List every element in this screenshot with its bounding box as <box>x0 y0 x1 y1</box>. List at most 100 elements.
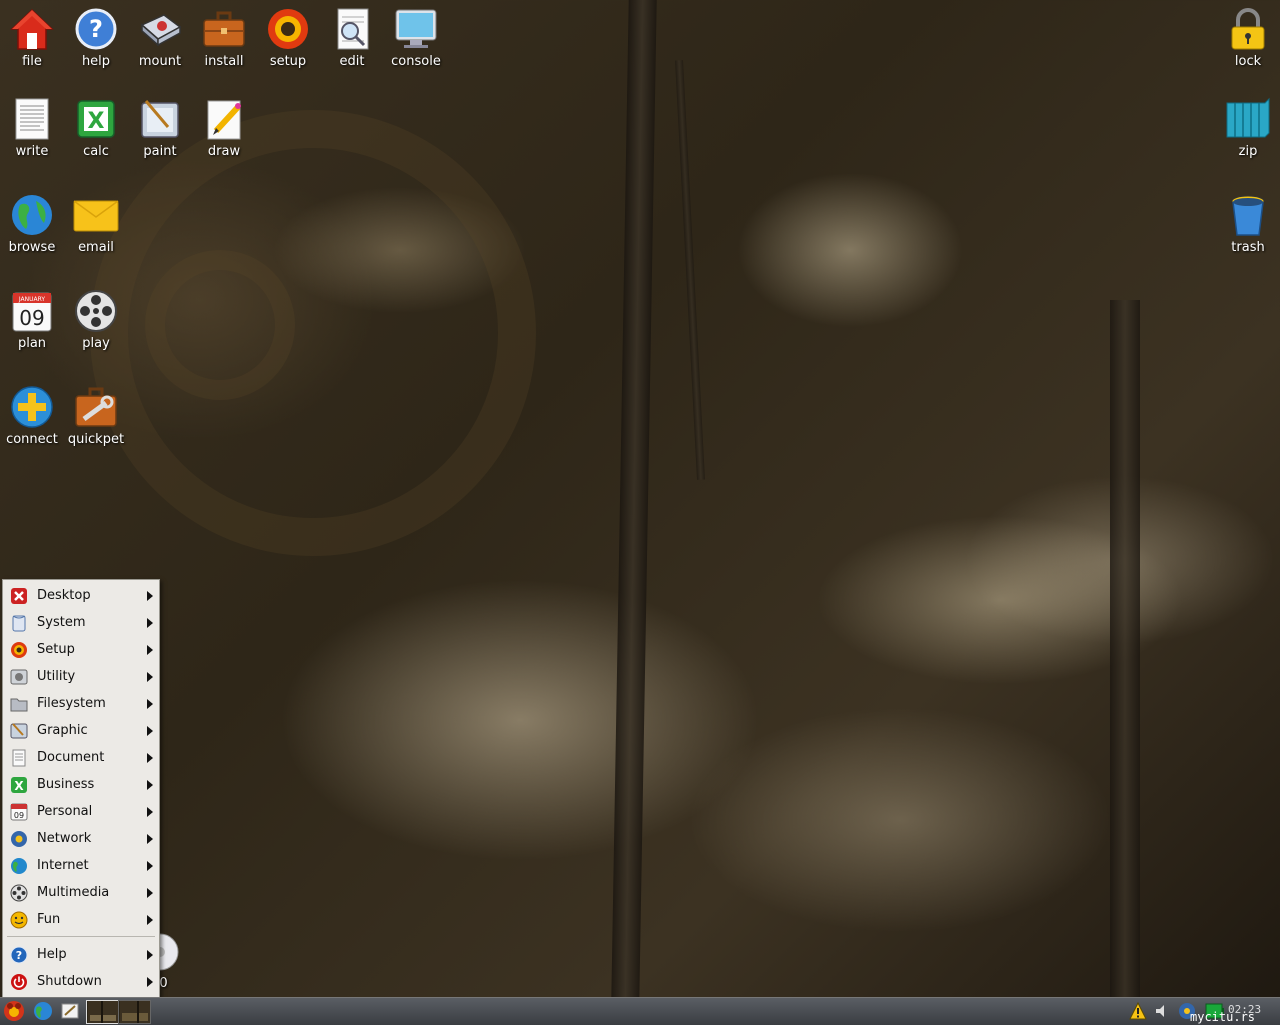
desktop-icon-label: mount <box>138 54 182 69</box>
start-button[interactable] <box>1 1000 27 1022</box>
calendar-day-text: 09 <box>14 811 24 820</box>
calendar-day-text: 09 <box>19 306 44 330</box>
desktop-icon-label: plan <box>17 336 47 351</box>
tray-warning-icon[interactable] <box>1128 1000 1148 1022</box>
clock-time: 02:23 <box>1228 1002 1262 1016</box>
desktop-icon-label: quickpet <box>67 432 125 447</box>
desktop-icon-browse[interactable]: browse <box>0 192 64 255</box>
menu-item-multimedia[interactable]: Multimedia <box>3 879 159 906</box>
power-icon <box>9 972 29 992</box>
desktop-icon-draw[interactable]: draw <box>192 96 256 159</box>
desktop-icon-label: file <box>22 54 42 69</box>
menu-item-internet[interactable]: Internet <box>3 852 159 879</box>
menu-item-graphic[interactable]: Graphic <box>3 717 159 744</box>
desktop-icon-label: play <box>82 336 110 351</box>
menu-item-filesystem[interactable]: Filesystem <box>3 690 159 717</box>
menu-item-document[interactable]: Document <box>3 744 159 771</box>
desktop-icon-write[interactable]: write <box>0 96 64 159</box>
desktop-icon-install[interactable]: install <box>192 6 256 69</box>
menu-item-desktop[interactable]: Desktop <box>3 582 159 609</box>
menu-item-label: Multimedia <box>37 885 110 900</box>
desktop-icon-label: trash <box>1231 240 1265 255</box>
desktop-icon-label: paint <box>143 144 177 159</box>
menu-item-help[interactable]: ? Help <box>3 941 159 968</box>
desktop-icon-label: email <box>78 240 114 255</box>
drive-icon <box>137 6 183 52</box>
desktop-icon-label: edit <box>339 54 365 69</box>
menu-item-network[interactable]: Network <box>3 825 159 852</box>
desktop-icon-quickpet[interactable]: quickpet <box>64 384 128 447</box>
workspace-1-pager[interactable] <box>86 1000 119 1024</box>
text-editor-icon <box>329 6 375 52</box>
workspace-2-pager[interactable] <box>118 1000 151 1024</box>
desktop-icon-email[interactable]: email <box>64 192 128 255</box>
desktop-icon-console[interactable]: console <box>384 6 448 69</box>
menu-item-label: Business <box>37 777 95 792</box>
desktop-icon-lock[interactable]: lock <box>1216 6 1280 69</box>
menu-item-label: Graphic <box>37 723 88 738</box>
menu-item-setup[interactable]: Setup <box>3 636 159 663</box>
archive-icon <box>1225 96 1271 142</box>
menu-item-label: System <box>37 615 86 630</box>
desktop-icon-edit[interactable]: edit <box>320 6 384 69</box>
menu-item-label: Help <box>37 947 67 962</box>
submenu-arrow-icon <box>147 726 153 736</box>
desktop-icon-mount[interactable]: mount <box>128 6 192 69</box>
tray-volume-icon[interactable] <box>1152 1000 1172 1022</box>
submenu-arrow-icon <box>147 780 153 790</box>
menu-item-business[interactable]: X Business <box>3 771 159 798</box>
browser-launcher[interactable] <box>31 1000 55 1022</box>
desktop-icon-help[interactable]: ? help <box>64 6 128 69</box>
clock[interactable]: 02:23 <box>1228 998 1276 1020</box>
desktop-icon-label: setup <box>269 54 307 69</box>
menu-item-system[interactable]: System <box>3 609 159 636</box>
text-editor-icon <box>61 1003 79 1019</box>
menu-item-shutdown[interactable]: Shutdown <box>3 968 159 995</box>
desktop-icon-connect[interactable]: connect <box>0 384 64 447</box>
menu-item-label: Setup <box>37 642 75 657</box>
svg-text:?: ? <box>16 949 22 962</box>
calendar-month-text: JANUARY <box>18 296 46 303</box>
menu-item-personal[interactable]: 09 Personal <box>3 798 159 825</box>
film-reel-icon <box>73 288 119 334</box>
globe-icon <box>34 1002 52 1020</box>
taskbar: mycitu.rs 02:23 <box>0 997 1280 1025</box>
menu-separator <box>7 936 155 937</box>
menu-item-utility[interactable]: Utility <box>3 663 159 690</box>
svg-text:?: ? <box>89 15 103 43</box>
desktop-icon-paint[interactable]: paint <box>128 96 192 159</box>
menu-item-label: Shutdown <box>37 974 102 989</box>
desktop-icon-label: write <box>15 144 49 159</box>
workspace-thumbnail-icon <box>119 1001 150 1023</box>
desktop-icon-zip[interactable]: zip <box>1216 96 1280 159</box>
film-reel-icon <box>9 883 29 903</box>
graphic-icon <box>9 721 29 741</box>
desktop-icon-file[interactable]: file <box>0 6 64 69</box>
globe-icon <box>9 856 29 876</box>
editor-launcher[interactable] <box>58 1000 82 1022</box>
menu-item-label: Fun <box>37 912 61 927</box>
desktop-icon-trash[interactable]: trash <box>1216 192 1280 255</box>
paint-icon <box>137 96 183 142</box>
desktop-icon-label: console <box>391 54 441 69</box>
utility-icon <box>9 667 29 687</box>
desktop-icon-play[interactable]: play <box>64 288 128 351</box>
connect-plus-icon <box>9 384 55 430</box>
menu-item-fun[interactable]: Fun <box>3 906 159 933</box>
menu-item-label: Internet <box>37 858 89 873</box>
monitor-icon <box>393 6 439 52</box>
business-icon: X <box>9 775 29 795</box>
desktop-icon-calc[interactable]: X calc <box>64 96 128 159</box>
start-menu: Desktop System Setup Utility Filesystem … <box>2 579 160 998</box>
desktop-icon-plan[interactable]: JANUARY 09 plan <box>0 288 64 351</box>
svg-text:X: X <box>88 109 105 134</box>
network-icon <box>9 829 29 849</box>
toolbox-icon <box>73 384 119 430</box>
menu-item-label: Desktop <box>37 588 91 603</box>
padlock-icon <box>1225 6 1271 52</box>
desktop-icon-label: lock <box>1234 54 1262 69</box>
desktop-icon-setup[interactable]: setup <box>256 6 320 69</box>
globe-icon <box>9 192 55 238</box>
calendar-icon: JANUARY 09 <box>9 288 55 334</box>
submenu-arrow-icon <box>147 807 153 817</box>
